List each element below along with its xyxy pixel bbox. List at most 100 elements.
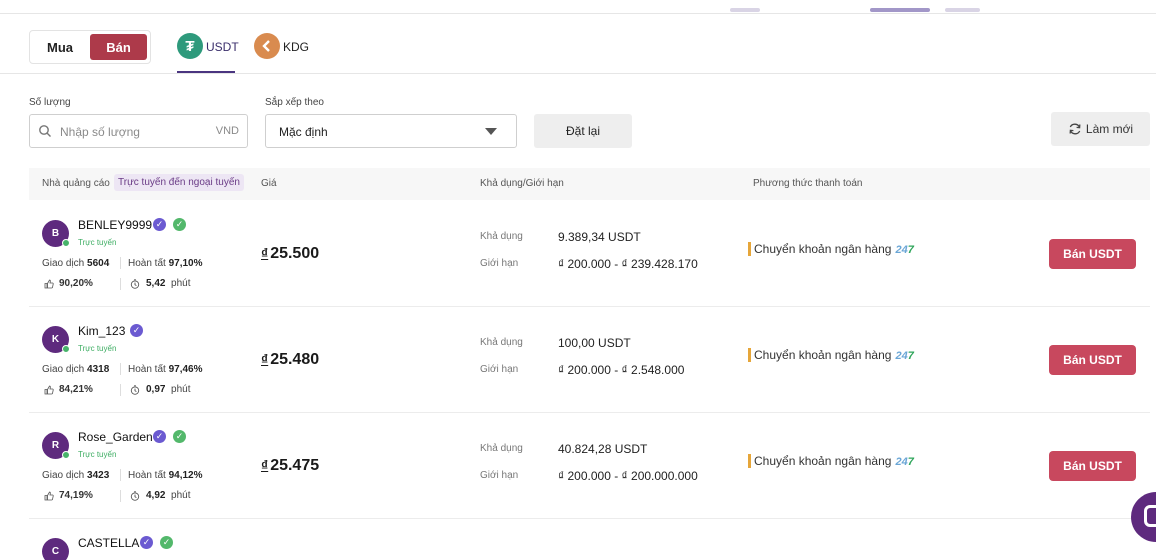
table-row: B BENLEY9999 ✓ ✓ Trực tuyến Giao dịch 56… bbox=[29, 201, 1150, 307]
verified-badge-icon: ✓ bbox=[153, 430, 166, 443]
shield-check-icon: ✓ bbox=[160, 536, 173, 549]
shield-check-icon: ✓ bbox=[173, 430, 186, 443]
online-status: Trực tuyến bbox=[78, 238, 117, 247]
payment-method: Chuyển khoản ngân hàng 247 bbox=[748, 348, 914, 362]
payment-247-icon: 247 bbox=[895, 456, 914, 468]
payment-method: Chuyển khoản ngân hàng 247 bbox=[748, 242, 914, 256]
online-status: Trực tuyến bbox=[78, 344, 117, 353]
limit-label: Giới hạn bbox=[480, 364, 519, 375]
advertiser-name[interactable]: CASTELLA bbox=[78, 536, 139, 550]
verified-badge-icon: ✓ bbox=[130, 324, 143, 337]
avatar: R bbox=[42, 432, 70, 459]
stat-divider bbox=[120, 384, 121, 396]
limit-range: ₫ 200.000 - ₫ 2.548.000 bbox=[558, 363, 685, 377]
trade-count: Giao dịch 4318 bbox=[42, 364, 110, 375]
shield-check-icon: ✓ bbox=[173, 218, 186, 231]
available-amount: 40.824,28 USDT bbox=[558, 442, 648, 456]
completion-rate: Hoàn tất 94,12% bbox=[128, 470, 203, 481]
thumbs-up-icon bbox=[44, 279, 54, 289]
available-amount: 100,00 USDT bbox=[558, 336, 631, 350]
sort-label: Sắp xếp theo bbox=[265, 97, 324, 108]
like-rate: 90,20% bbox=[59, 278, 93, 289]
sell-tab[interactable]: Bán bbox=[90, 34, 147, 60]
stat-divider bbox=[120, 278, 121, 290]
table-row: K Kim_123 ✓ Trực tuyến Giao dịch 4318 Ho… bbox=[29, 307, 1150, 413]
advertiser-name[interactable]: Kim_123 bbox=[78, 324, 125, 338]
tether-icon: ₮ bbox=[177, 33, 203, 59]
quantity-label: Số lượng bbox=[29, 97, 71, 108]
buy-sell-toggle: Mua Bán bbox=[29, 30, 151, 64]
available-label: Khả dụng bbox=[480, 443, 523, 454]
refresh-button[interactable]: Làm mới bbox=[1051, 112, 1150, 146]
refresh-icon bbox=[1069, 123, 1081, 135]
search-icon bbox=[39, 125, 51, 137]
online-sort-tag[interactable]: Trực tuyến đến ngoại tuyến bbox=[114, 174, 244, 191]
column-advertiser: Nhà quảng cáo bbox=[42, 178, 110, 189]
column-payment-method: Phương thức thanh toán bbox=[753, 178, 863, 189]
release-time: 0,97 phút bbox=[146, 384, 191, 395]
sell-usdt-button[interactable]: Bán USDT bbox=[1049, 345, 1136, 375]
price: ₫ 25.500 bbox=[261, 245, 320, 262]
verified-badge-icon: ✓ bbox=[153, 218, 166, 231]
tabs-divider bbox=[0, 73, 1156, 74]
top-strip bbox=[0, 0, 1156, 14]
chevron-down-icon bbox=[485, 128, 497, 135]
stat-divider bbox=[120, 257, 121, 269]
online-status: Trực tuyến bbox=[78, 450, 117, 459]
release-time: 4,92 phút bbox=[146, 490, 191, 501]
price: ₫ 25.480 bbox=[261, 351, 320, 368]
trade-count: Giao dịch 5604 bbox=[42, 258, 110, 269]
price: ₫ 25.475 bbox=[261, 457, 320, 474]
table-header: Nhà quảng cáo Trực tuyến đến ngoại tuyến… bbox=[29, 168, 1150, 200]
completion-rate: Hoàn tất 97,46% bbox=[128, 364, 203, 375]
available-label: Khả dụng bbox=[480, 337, 523, 348]
timer-icon bbox=[130, 385, 140, 395]
release-time: 5,42 phút bbox=[146, 278, 191, 289]
like-rate: 74,19% bbox=[59, 490, 93, 501]
header-decoration bbox=[945, 8, 980, 12]
avatar: K bbox=[42, 326, 70, 353]
trade-count: Giao dịch 3423 bbox=[42, 470, 110, 481]
quantity-field[interactable]: VND bbox=[29, 114, 248, 148]
quantity-input[interactable] bbox=[60, 122, 210, 142]
payment-method: Chuyển khoản ngân hàng 247 bbox=[748, 454, 914, 468]
header-decoration bbox=[730, 8, 760, 12]
sell-usdt-button[interactable]: Bán USDT bbox=[1049, 451, 1136, 481]
kdg-icon bbox=[254, 33, 280, 59]
payment-247-icon: 247 bbox=[895, 350, 914, 362]
column-price: Giá bbox=[261, 178, 277, 189]
avatar: B bbox=[42, 220, 70, 247]
like-rate: 84,21% bbox=[59, 384, 93, 395]
column-available-limit: Khả dụng/Giới hạn bbox=[480, 178, 564, 189]
advertiser-name[interactable]: BENLEY9999 bbox=[78, 218, 152, 232]
thumbs-up-icon bbox=[44, 491, 54, 501]
stat-divider bbox=[120, 490, 121, 502]
available-label: Khả dụng bbox=[480, 231, 523, 242]
limit-range: ₫ 200.000 - ₫ 200.000.000 bbox=[558, 469, 698, 483]
sort-select[interactable]: Mặc định bbox=[265, 114, 517, 148]
advertiser-name[interactable]: Rose_Garden bbox=[78, 430, 153, 444]
currency-unit: VND bbox=[215, 125, 239, 137]
header-decoration bbox=[870, 8, 930, 12]
timer-icon bbox=[130, 491, 140, 501]
timer-icon bbox=[130, 279, 140, 289]
thumbs-up-icon bbox=[44, 385, 54, 395]
refresh-label: Làm mới bbox=[1085, 122, 1134, 136]
buy-tab[interactable]: Mua bbox=[30, 31, 90, 63]
chat-icon bbox=[1144, 505, 1156, 527]
table-row: C CASTELLA ✓ ✓ bbox=[29, 519, 1150, 560]
coin-tab-usdt[interactable]: ₮ USDT bbox=[177, 33, 239, 73]
limit-label: Giới hạn bbox=[480, 470, 519, 481]
sell-usdt-button[interactable]: Bán USDT bbox=[1049, 239, 1136, 269]
reset-button[interactable]: Đặt lại bbox=[534, 114, 632, 148]
limit-range: ₫ 200.000 - ₫ 239.428.170 bbox=[558, 257, 698, 271]
online-dot bbox=[62, 451, 70, 459]
coin-tab-label: KDG bbox=[283, 40, 310, 54]
sort-value: Mặc định bbox=[279, 125, 328, 139]
limit-label: Giới hạn bbox=[480, 258, 519, 269]
avatar: C bbox=[42, 538, 69, 560]
available-amount: 9.389,34 USDT bbox=[558, 230, 641, 244]
completion-rate: Hoàn tất 97,10% bbox=[128, 258, 203, 269]
coin-tab-kdg[interactable]: KDG bbox=[254, 33, 309, 73]
online-dot bbox=[62, 345, 70, 353]
